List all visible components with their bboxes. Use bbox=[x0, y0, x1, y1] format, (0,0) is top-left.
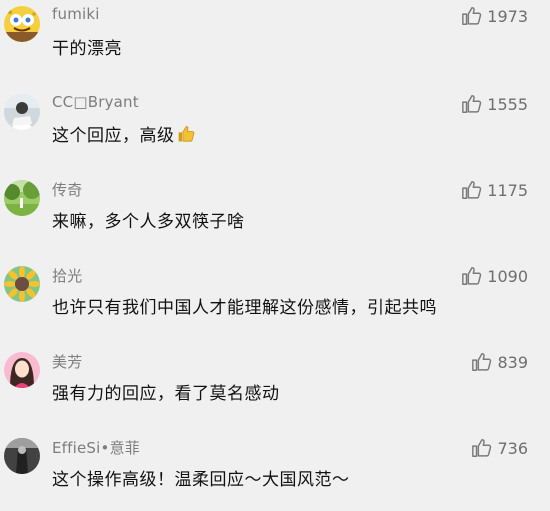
like-button[interactable]: 1175 bbox=[461, 179, 528, 201]
thumbs-up-icon bbox=[462, 181, 482, 199]
like-count: 1555 bbox=[487, 94, 528, 114]
comment-text: 这个回应，高级 bbox=[52, 121, 197, 149]
comment-username[interactable]: 美芳 bbox=[52, 351, 82, 372]
comment-text: 这个操作高级！温柔回应～大国风范～ bbox=[52, 470, 350, 490]
thumbs-up-icon bbox=[472, 353, 492, 371]
like-count: 839 bbox=[497, 352, 528, 372]
like-count: 1090 bbox=[487, 266, 528, 286]
comment-username[interactable]: CC□Bryant bbox=[52, 93, 139, 111]
sponge-cartoon-avatar[interactable] bbox=[4, 6, 40, 42]
like-button[interactable]: 1973 bbox=[461, 5, 528, 27]
comment-item: 传奇 来嘛，多个人多双筷子啥 1175 bbox=[0, 174, 550, 260]
comment-item: EffieSi•意菲 这个操作高级！温柔回应～大国风范～ 736 bbox=[0, 432, 550, 511]
thumbs-up-icon bbox=[472, 439, 492, 457]
person-photo-avatar[interactable] bbox=[4, 94, 40, 130]
thumbs-up-icon bbox=[462, 7, 482, 25]
thumbs-up-emoji-icon bbox=[177, 124, 197, 149]
comment-item: CC□Bryant 这个回应，高级 1555 bbox=[0, 88, 550, 174]
like-button[interactable]: 1555 bbox=[461, 93, 528, 115]
landscape-photo-avatar[interactable] bbox=[4, 180, 40, 216]
comment-username[interactable]: 传奇 bbox=[52, 179, 82, 200]
like-count: 736 bbox=[497, 438, 528, 458]
like-button[interactable]: 839 bbox=[471, 351, 528, 373]
comment-list: fumiki 干的漂亮 1973 CC□Bryant 这个回应，高级 1555 … bbox=[0, 0, 550, 511]
like-count: 1175 bbox=[487, 180, 528, 200]
thumbs-up-icon bbox=[462, 95, 482, 113]
comment-item: 美芳 强有力的回应，看了莫名感动 839 bbox=[0, 346, 550, 432]
like-button[interactable]: 736 bbox=[471, 437, 528, 459]
comment-text: 也许只有我们中国人才能理解这份感情，引起共鸣 bbox=[52, 298, 437, 318]
comment-text-content: 这个回应，高级 bbox=[52, 126, 175, 146]
comment-item: 拾光 也许只有我们中国人才能理解这份感情，引起共鸣 1090 bbox=[0, 260, 550, 346]
comment-username[interactable]: EffieSi•意菲 bbox=[52, 437, 140, 458]
like-count: 1973 bbox=[487, 6, 528, 26]
comment-item: fumiki 干的漂亮 1973 bbox=[0, 0, 550, 86]
dark-figure-avatar[interactable] bbox=[4, 438, 40, 474]
comment-text: 来嘛，多个人多双筷子啥 bbox=[52, 212, 245, 232]
comment-username[interactable]: 拾光 bbox=[52, 265, 82, 286]
thumbs-up-icon bbox=[462, 267, 482, 285]
comment-text: 干的漂亮 bbox=[52, 39, 122, 59]
comment-username[interactable]: fumiki bbox=[52, 5, 100, 23]
woman-portrait-avatar[interactable] bbox=[4, 352, 40, 388]
comment-text: 强有力的回应，看了莫名感动 bbox=[52, 384, 280, 404]
like-button[interactable]: 1090 bbox=[461, 265, 528, 287]
sunflower-avatar[interactable] bbox=[4, 266, 40, 302]
